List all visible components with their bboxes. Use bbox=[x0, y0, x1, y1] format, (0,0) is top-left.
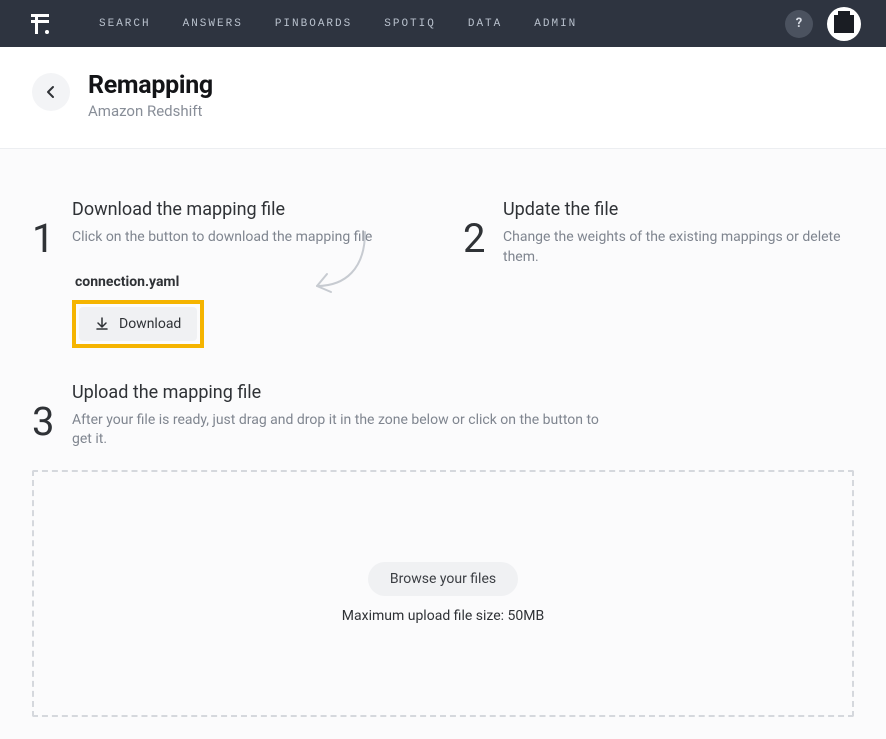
highlight-box: Download bbox=[72, 300, 204, 348]
nav-pinboards[interactable]: PINBOARDS bbox=[259, 18, 368, 30]
step-title: Download the mapping file bbox=[72, 199, 423, 220]
top-nav: SEARCH ANSWERS PINBOARDS SPOTIQ DATA ADM… bbox=[0, 0, 886, 47]
step-description: Change the weights of the existing mappi… bbox=[503, 228, 854, 267]
step-title: Update the file bbox=[503, 199, 854, 220]
browse-files-button[interactable]: Browse your files bbox=[368, 562, 518, 596]
nav-spotiq[interactable]: SPOTIQ bbox=[368, 18, 452, 30]
step-description: After your file is ready, just drag and … bbox=[72, 411, 612, 450]
step-number: 1 bbox=[32, 199, 56, 348]
download-icon bbox=[95, 317, 109, 331]
download-filename: connection.yaml bbox=[75, 274, 423, 290]
page-header: Remapping Amazon Redshift bbox=[0, 47, 886, 149]
step-2: 2 Update the file Change the weights of … bbox=[463, 199, 854, 348]
nav-answers[interactable]: ANSWERS bbox=[167, 18, 259, 30]
chevron-left-icon bbox=[44, 85, 58, 99]
brand-logo[interactable] bbox=[25, 10, 53, 38]
step-1: 1 Download the mapping file Click on the… bbox=[32, 199, 423, 348]
download-button-label: Download bbox=[119, 316, 181, 332]
help-icon[interactable]: ? bbox=[785, 10, 813, 38]
step-description: Click on the button to download the mapp… bbox=[72, 228, 423, 248]
upload-dropzone[interactable]: Browse your files Maximum upload file si… bbox=[32, 470, 854, 717]
back-button[interactable] bbox=[32, 73, 70, 111]
page-title: Remapping bbox=[88, 71, 213, 100]
step-number: 3 bbox=[32, 382, 56, 450]
avatar[interactable] bbox=[827, 7, 861, 41]
nav-search[interactable]: SEARCH bbox=[83, 18, 167, 30]
step-3: 3 Upload the mapping file After your fil… bbox=[32, 382, 854, 450]
page-subtitle: Amazon Redshift bbox=[88, 102, 213, 120]
step-title: Upload the mapping file bbox=[72, 382, 612, 403]
content-area: 1 Download the mapping file Click on the… bbox=[0, 149, 886, 739]
upload-size-hint: Maximum upload file size: 50MB bbox=[342, 608, 544, 624]
nav-data[interactable]: DATA bbox=[452, 18, 518, 30]
nav-admin[interactable]: ADMIN bbox=[518, 18, 593, 30]
download-button[interactable]: Download bbox=[79, 307, 197, 341]
step-number: 2 bbox=[463, 199, 487, 348]
